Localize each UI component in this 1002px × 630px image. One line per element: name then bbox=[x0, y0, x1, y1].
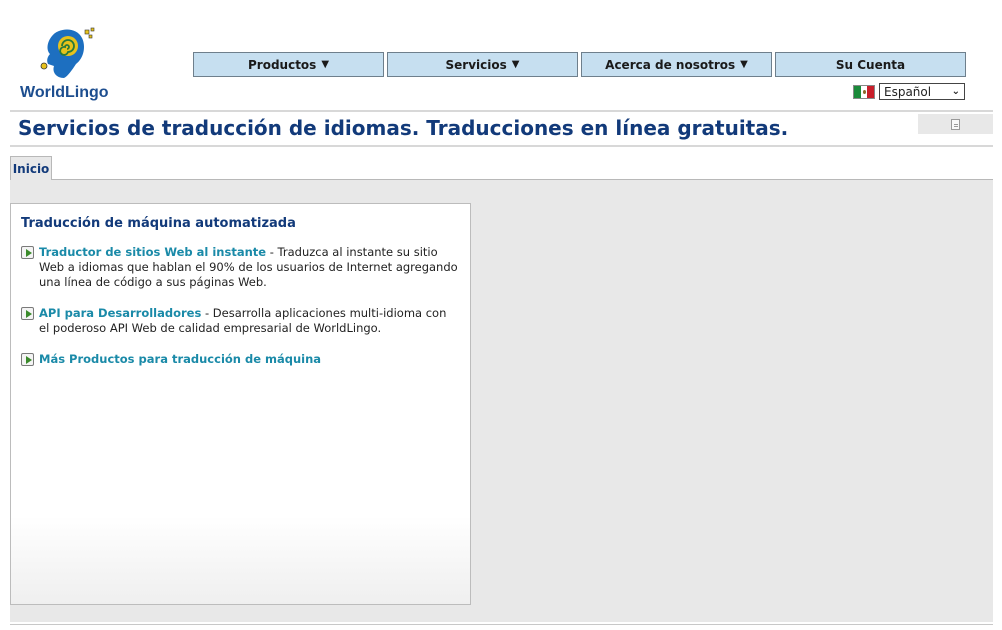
developer-api-link[interactable]: API para Desarrolladores bbox=[39, 306, 201, 320]
dropdown-arrow-icon: ▼ bbox=[511, 59, 520, 70]
nav-servicios-label: Servicios bbox=[445, 57, 507, 72]
card-title: Traducción de máquina automatizada bbox=[21, 216, 296, 231]
nav-acerca-button[interactable]: Acerca de nosotros ▼ bbox=[581, 52, 772, 77]
chevron-down-icon: ⌄ bbox=[951, 86, 960, 97]
list-item: Más Productos para traducción de máquina bbox=[21, 352, 460, 367]
item-separator: - bbox=[201, 306, 213, 320]
nav-productos-button[interactable]: Productos ▼ bbox=[193, 52, 384, 77]
nav-cuenta-button[interactable]: Su Cuenta bbox=[775, 52, 966, 77]
nav-servicios-button[interactable]: Servicios ▼ bbox=[387, 52, 578, 77]
logo-word-2: Lingo bbox=[65, 84, 109, 101]
dropdown-arrow-icon: ▼ bbox=[321, 59, 330, 70]
website-translator-link[interactable]: Traductor de sitios Web al instante bbox=[39, 245, 266, 259]
logo-word-1: World bbox=[20, 84, 66, 101]
machine-translation-card: Traducción de máquina automatizada Tradu… bbox=[10, 203, 471, 605]
play-arrow-icon bbox=[21, 307, 34, 320]
head-spiral-icon bbox=[40, 27, 95, 78]
tab-inicio[interactable]: Inicio bbox=[10, 156, 52, 180]
language-select[interactable]: Español ⌄ bbox=[879, 83, 965, 100]
language-select-value: Español bbox=[884, 84, 932, 99]
more-products-link[interactable]: Más Productos para traducción de máquina bbox=[39, 352, 321, 366]
footer-divider bbox=[10, 624, 993, 625]
play-arrow-icon bbox=[21, 246, 34, 259]
play-arrow-icon bbox=[21, 353, 34, 366]
list-item: Traductor de sitios Web al instante - Tr… bbox=[21, 245, 460, 290]
logo-wordmark: WorldLingo bbox=[20, 84, 109, 102]
worldlingo-logo[interactable]: WorldLingo bbox=[18, 24, 128, 104]
header-divider bbox=[10, 110, 993, 112]
page-tools[interactable] bbox=[918, 114, 993, 134]
list-item: API para Desarrolladores - Desarrolla ap… bbox=[21, 306, 460, 336]
main-nav: Productos ▼ Servicios ▼ Acerca de nosotr… bbox=[193, 52, 966, 77]
mexico-flag-icon bbox=[853, 84, 875, 99]
item-separator: - bbox=[266, 245, 278, 259]
list-item-body: API para Desarrolladores - Desarrolla ap… bbox=[39, 306, 460, 336]
nav-acerca-label: Acerca de nosotros bbox=[605, 57, 736, 72]
document-icon bbox=[951, 118, 960, 130]
list-item-body: Traductor de sitios Web al instante - Tr… bbox=[39, 245, 460, 290]
page-title: Servicios de traducción de idiomas. Trad… bbox=[18, 116, 789, 140]
nav-cuenta-label: Su Cuenta bbox=[835, 57, 906, 72]
language-selector: Español ⌄ bbox=[853, 83, 965, 100]
title-divider bbox=[10, 145, 993, 147]
dropdown-arrow-icon: ▼ bbox=[740, 59, 748, 70]
nav-productos-label: Productos bbox=[247, 57, 317, 72]
list-item-body: Más Productos para traducción de máquina bbox=[39, 352, 321, 367]
